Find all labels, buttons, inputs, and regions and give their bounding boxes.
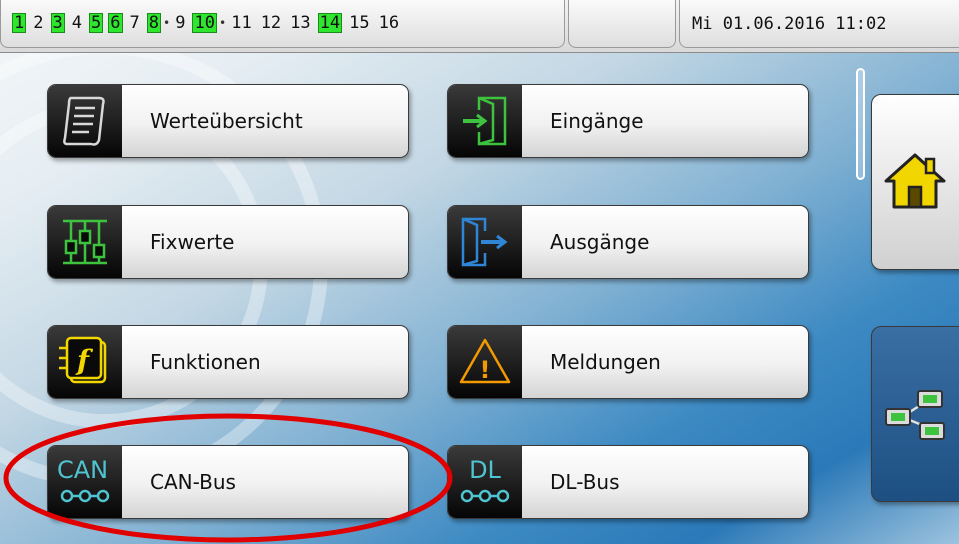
output-indicator: 8 xyxy=(146,13,162,33)
output-indicator: 13 xyxy=(290,13,311,33)
menu-button-werteuebersicht[interactable]: Werteübersicht xyxy=(47,84,409,158)
output-indicator: 4 xyxy=(71,13,82,33)
output-link-dot: • xyxy=(163,16,171,30)
datetime-display: Mi 01.06.2016 11:02 xyxy=(692,14,887,34)
overview-list-icon xyxy=(48,85,122,157)
output-indicator: 15 xyxy=(349,13,370,33)
output-indicator: 1 xyxy=(11,13,27,33)
menu-button-eingaenge[interactable]: Eingänge xyxy=(447,84,809,158)
output-indicator: 5 xyxy=(88,13,104,33)
menu-label: Eingänge xyxy=(550,109,644,133)
network-overview-button[interactable] xyxy=(871,326,959,502)
output-indicator: 11 xyxy=(231,13,252,33)
can-icon-text: CAN xyxy=(57,456,108,484)
output-indicator: 16 xyxy=(378,13,400,33)
menu-button-ausgaenge[interactable]: Ausgänge xyxy=(447,205,809,279)
menu-label: CAN-Bus xyxy=(150,470,236,494)
output-indicator: 12 xyxy=(260,13,282,33)
menu-button-dl-bus[interactable]: DL DL-Bus xyxy=(447,445,809,519)
menu-label: Meldungen xyxy=(550,350,661,374)
output-door-icon xyxy=(448,206,522,278)
output-status-panel[interactable]: 1 2 3 4 5 6 7 8 • 9 10 • 11 12 13 14 15 16 xyxy=(0,0,565,48)
menu-label: Werteübersicht xyxy=(150,109,303,133)
output-indicator: 3 xyxy=(50,13,65,33)
menu-label: Funktionen xyxy=(150,350,261,374)
menu-label: Ausgänge xyxy=(550,230,650,254)
home-icon xyxy=(884,153,946,209)
status-empty-slot[interactable] xyxy=(568,0,676,48)
network-icon xyxy=(885,390,945,440)
menu-button-funktionen[interactable]: f Funktionen xyxy=(47,325,409,399)
menu-button-fixwerte[interactable]: Fixwerte xyxy=(47,205,409,279)
output-indicator: 14 xyxy=(317,13,343,33)
menu-label: Fixwerte xyxy=(150,230,235,254)
status-bar: 1 2 3 4 5 6 7 8 • 9 10 • 11 12 13 14 15 16 Mi 01.06.2016 … xyxy=(0,0,959,53)
output-indicator: 6 xyxy=(108,13,123,33)
output-indicator: 2 xyxy=(33,13,44,33)
output-status-list: 1 2 3 4 5 6 7 8 • 9 10 • 11 12 13 14 15 16 xyxy=(11,13,407,33)
input-door-icon xyxy=(448,85,522,157)
datetime-panel[interactable]: Mi 01.06.2016 11:02 xyxy=(679,0,959,48)
output-link-dot: • xyxy=(218,16,227,30)
fixed-values-sliders-icon xyxy=(48,206,122,278)
output-indicator: 9 xyxy=(175,13,186,33)
dl-icon-text: DL xyxy=(469,456,501,484)
output-indicator: 7 xyxy=(129,13,140,33)
menu-button-meldungen[interactable]: ! Meldungen xyxy=(447,325,809,399)
home-button[interactable] xyxy=(871,94,959,270)
warning-triangle-icon: ! xyxy=(448,326,522,398)
display-screen: 1 2 3 4 5 6 7 8 • 9 10 • 11 12 13 14 15 16 Mi 01.06.2016 … xyxy=(0,0,959,544)
warning-mark: ! xyxy=(480,356,491,384)
menu-button-can-bus[interactable]: CAN CAN-Bus xyxy=(47,445,409,519)
scroll-indicator[interactable] xyxy=(856,68,865,180)
dl-bus-icon: DL xyxy=(448,446,522,518)
menu-label: DL-Bus xyxy=(550,470,620,494)
output-indicator: 10 xyxy=(192,13,217,33)
functions-icon: f xyxy=(48,326,122,398)
can-bus-icon: CAN xyxy=(48,446,122,518)
